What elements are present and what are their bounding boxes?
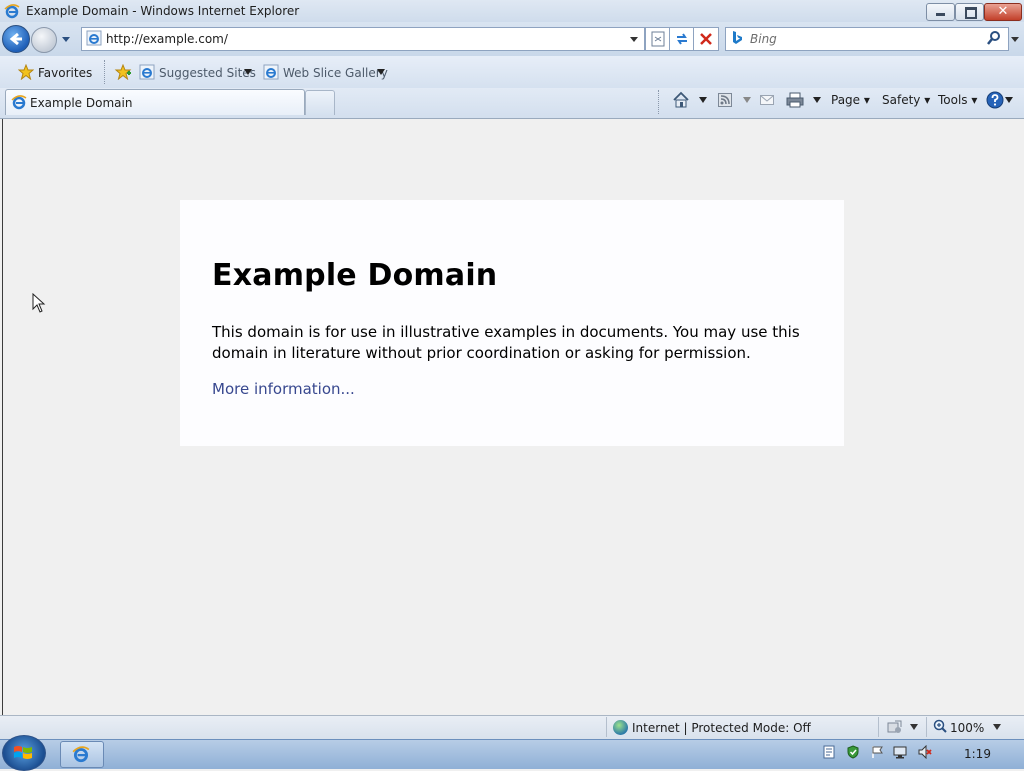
chevron-down-icon[interactable]	[992, 723, 1002, 731]
safety-menu[interactable]: Safety ▾	[882, 93, 930, 107]
status-bar	[0, 715, 1024, 740]
ie-logo-icon	[72, 746, 90, 763]
chevron-down-icon[interactable]	[909, 723, 919, 731]
page-heading: Example Domain	[212, 258, 498, 293]
chevron-down-icon[interactable]	[243, 68, 253, 76]
internet-zone-globe-icon[interactable]	[613, 720, 628, 735]
page-menu[interactable]: Page ▾	[831, 93, 870, 107]
feeds-icon[interactable]	[718, 93, 732, 107]
print-icon[interactable]	[786, 92, 804, 108]
taskbar-clock[interactable]: 1:19	[964, 747, 991, 761]
help-icon[interactable]	[986, 91, 1004, 109]
add-to-favorites-bar-icon[interactable]	[114, 64, 132, 80]
maximize-button[interactable]	[955, 3, 984, 21]
back-button[interactable]	[2, 25, 30, 53]
ie-logo-icon	[11, 95, 27, 110]
favorites-star-icon	[18, 64, 34, 80]
favorites-separator	[104, 60, 106, 84]
tray-action-center-flag-icon[interactable]	[870, 745, 884, 759]
search-placeholder[interactable]: Bing	[750, 32, 777, 46]
chevron-down-icon[interactable]	[812, 96, 822, 104]
chevron-down-icon[interactable]	[742, 96, 752, 104]
compatibility-icon	[651, 31, 665, 47]
recent-pages-dropdown-icon[interactable]	[60, 33, 72, 45]
tray-document-icon[interactable]	[822, 745, 836, 759]
status-separator	[606, 717, 607, 737]
ie-logo-icon	[4, 4, 20, 19]
refresh-button[interactable]	[669, 27, 695, 51]
search-options-dropdown-icon[interactable]	[1009, 33, 1021, 45]
status-separator	[878, 717, 879, 737]
page-icon	[86, 30, 102, 46]
chevron-down-icon[interactable]	[1004, 96, 1014, 104]
web-slice-gallery-icon	[263, 64, 279, 80]
minimize-button[interactable]	[926, 3, 955, 21]
suggested-sites-icon	[139, 64, 155, 80]
zoom-level[interactable]: 100%	[950, 721, 984, 735]
page-menu-label: Page	[831, 93, 861, 107]
stop-button[interactable]	[693, 27, 719, 51]
forward-button[interactable]	[31, 27, 57, 53]
security-zone-text[interactable]: Internet | Protected Mode: Off	[632, 721, 811, 735]
tray-volume-muted-icon[interactable]	[918, 745, 932, 759]
compatibility-view-button[interactable]	[645, 27, 671, 51]
back-arrow-icon	[9, 32, 22, 46]
address-dropdown-icon[interactable]	[628, 33, 640, 45]
mouse-cursor-icon	[32, 293, 46, 313]
tray-security-shield-icon[interactable]	[846, 745, 860, 759]
address-url[interactable]: http://example.com/	[106, 32, 228, 46]
home-icon[interactable]	[672, 91, 690, 109]
page-paragraph: This domain is for use in illustrative e…	[212, 323, 800, 362]
suggested-sites-link[interactable]: Suggested Sites	[159, 66, 256, 80]
web-slice-gallery-link[interactable]: Web Slice Gallery	[283, 66, 388, 80]
windows-logo-icon	[14, 746, 32, 759]
zoom-icon[interactable]	[933, 719, 947, 733]
chevron-down-icon[interactable]	[376, 68, 386, 76]
close-icon: ✕	[997, 4, 1009, 19]
safety-menu-label: Safety	[882, 93, 921, 107]
new-tab-button[interactable]	[305, 90, 335, 115]
status-separator	[926, 717, 927, 737]
stop-icon	[700, 33, 712, 45]
mail-icon[interactable]	[760, 95, 774, 105]
tab-label[interactable]: Example Domain	[30, 96, 132, 110]
window-title: Example Domain - Windows Internet Explor…	[26, 4, 300, 18]
tools-menu[interactable]: Tools ▾	[938, 93, 977, 107]
close-button[interactable]: ✕	[984, 3, 1022, 21]
chevron-down-icon[interactable]	[698, 96, 708, 104]
tools-menu-label: Tools	[938, 93, 968, 107]
command-bar-separator	[658, 90, 660, 114]
bing-icon	[733, 31, 742, 44]
tray-network-icon[interactable]	[893, 745, 907, 759]
popup-blocker-icon[interactable]	[887, 720, 903, 734]
favorites-label[interactable]: Favorites	[38, 66, 92, 80]
more-information-link[interactable]: More information...	[212, 380, 355, 398]
search-icon[interactable]	[986, 30, 1002, 46]
refresh-icon	[677, 33, 687, 45]
